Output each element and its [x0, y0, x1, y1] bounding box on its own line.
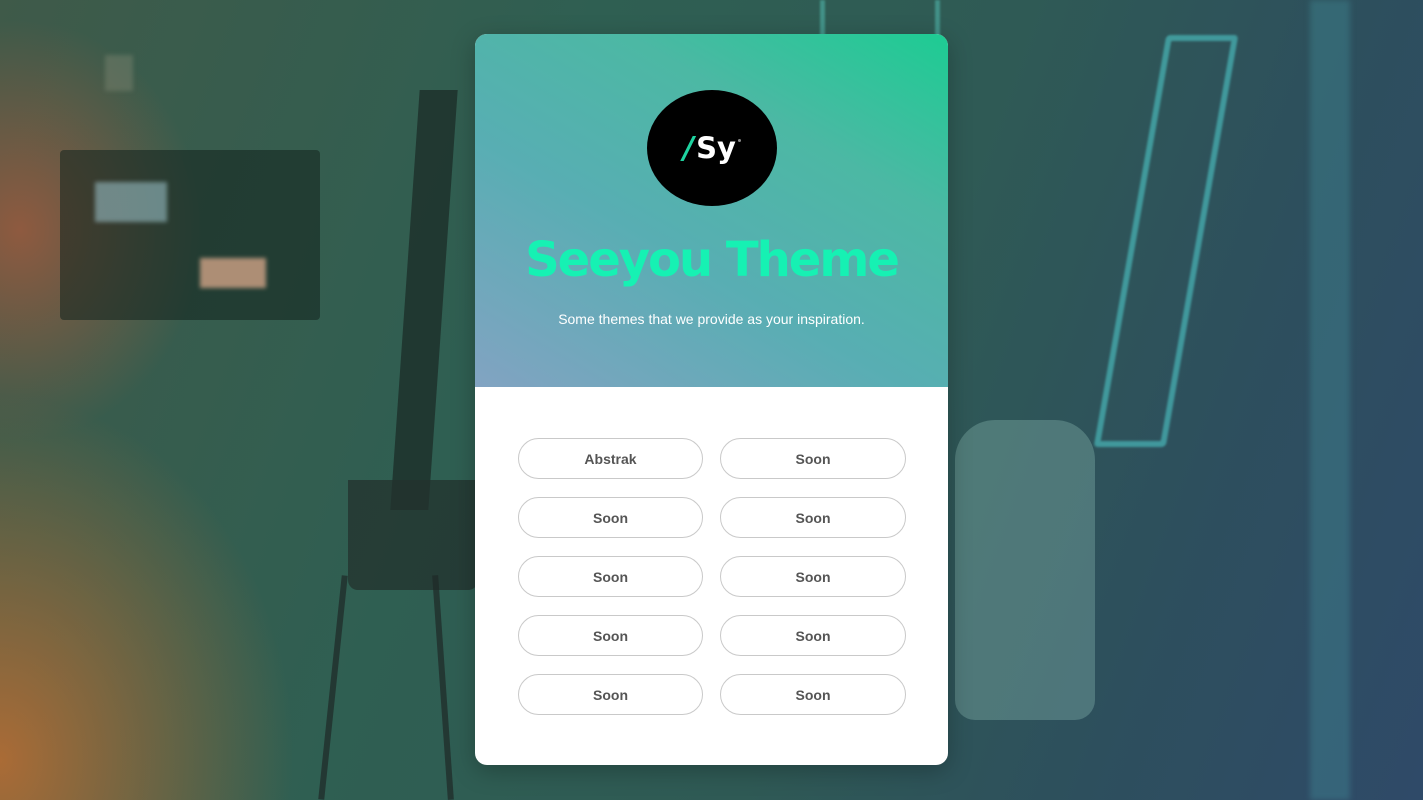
- theme-button-soon[interactable]: Soon: [720, 556, 906, 597]
- theme-button-grid: Abstrak Soon Soon Soon Soon Soon Soon So…: [518, 438, 906, 715]
- theme-button-soon[interactable]: Soon: [518, 674, 703, 715]
- background-light: [105, 55, 133, 91]
- page-title: Seeyou Theme: [525, 232, 900, 288]
- brand-logo: / Sy: [647, 90, 777, 206]
- card-header: / Sy Seeyou Theme Some themes that we pr…: [475, 34, 948, 387]
- background-chair: [955, 420, 1095, 720]
- background-stand-leg: [318, 575, 348, 800]
- background-light: [200, 258, 266, 288]
- page-subtitle: Some themes that we provide as your insp…: [558, 311, 865, 327]
- theme-card: / Sy Seeyou Theme Some themes that we pr…: [475, 34, 948, 765]
- theme-button-soon[interactable]: Soon: [720, 674, 906, 715]
- logo-letters: Sy: [696, 131, 736, 165]
- theme-button-soon[interactable]: Soon: [720, 497, 906, 538]
- theme-button-soon[interactable]: Soon: [720, 438, 906, 479]
- background-light: [95, 182, 167, 222]
- background-neon-light: [1093, 35, 1239, 447]
- background-plant-trunk: [390, 90, 458, 510]
- background-plant-pot: [348, 480, 478, 590]
- theme-button-soon[interactable]: Soon: [720, 615, 906, 656]
- theme-button-soon[interactable]: Soon: [518, 615, 703, 656]
- logo-slash: /: [683, 130, 695, 166]
- theme-button-soon[interactable]: Soon: [518, 497, 703, 538]
- logo-dot: [737, 138, 741, 142]
- theme-button-soon[interactable]: Soon: [518, 556, 703, 597]
- theme-button-abstrak[interactable]: Abstrak: [518, 438, 703, 479]
- background-pole: [1310, 0, 1350, 800]
- background-stand-leg: [432, 575, 454, 800]
- background-window: [60, 150, 320, 320]
